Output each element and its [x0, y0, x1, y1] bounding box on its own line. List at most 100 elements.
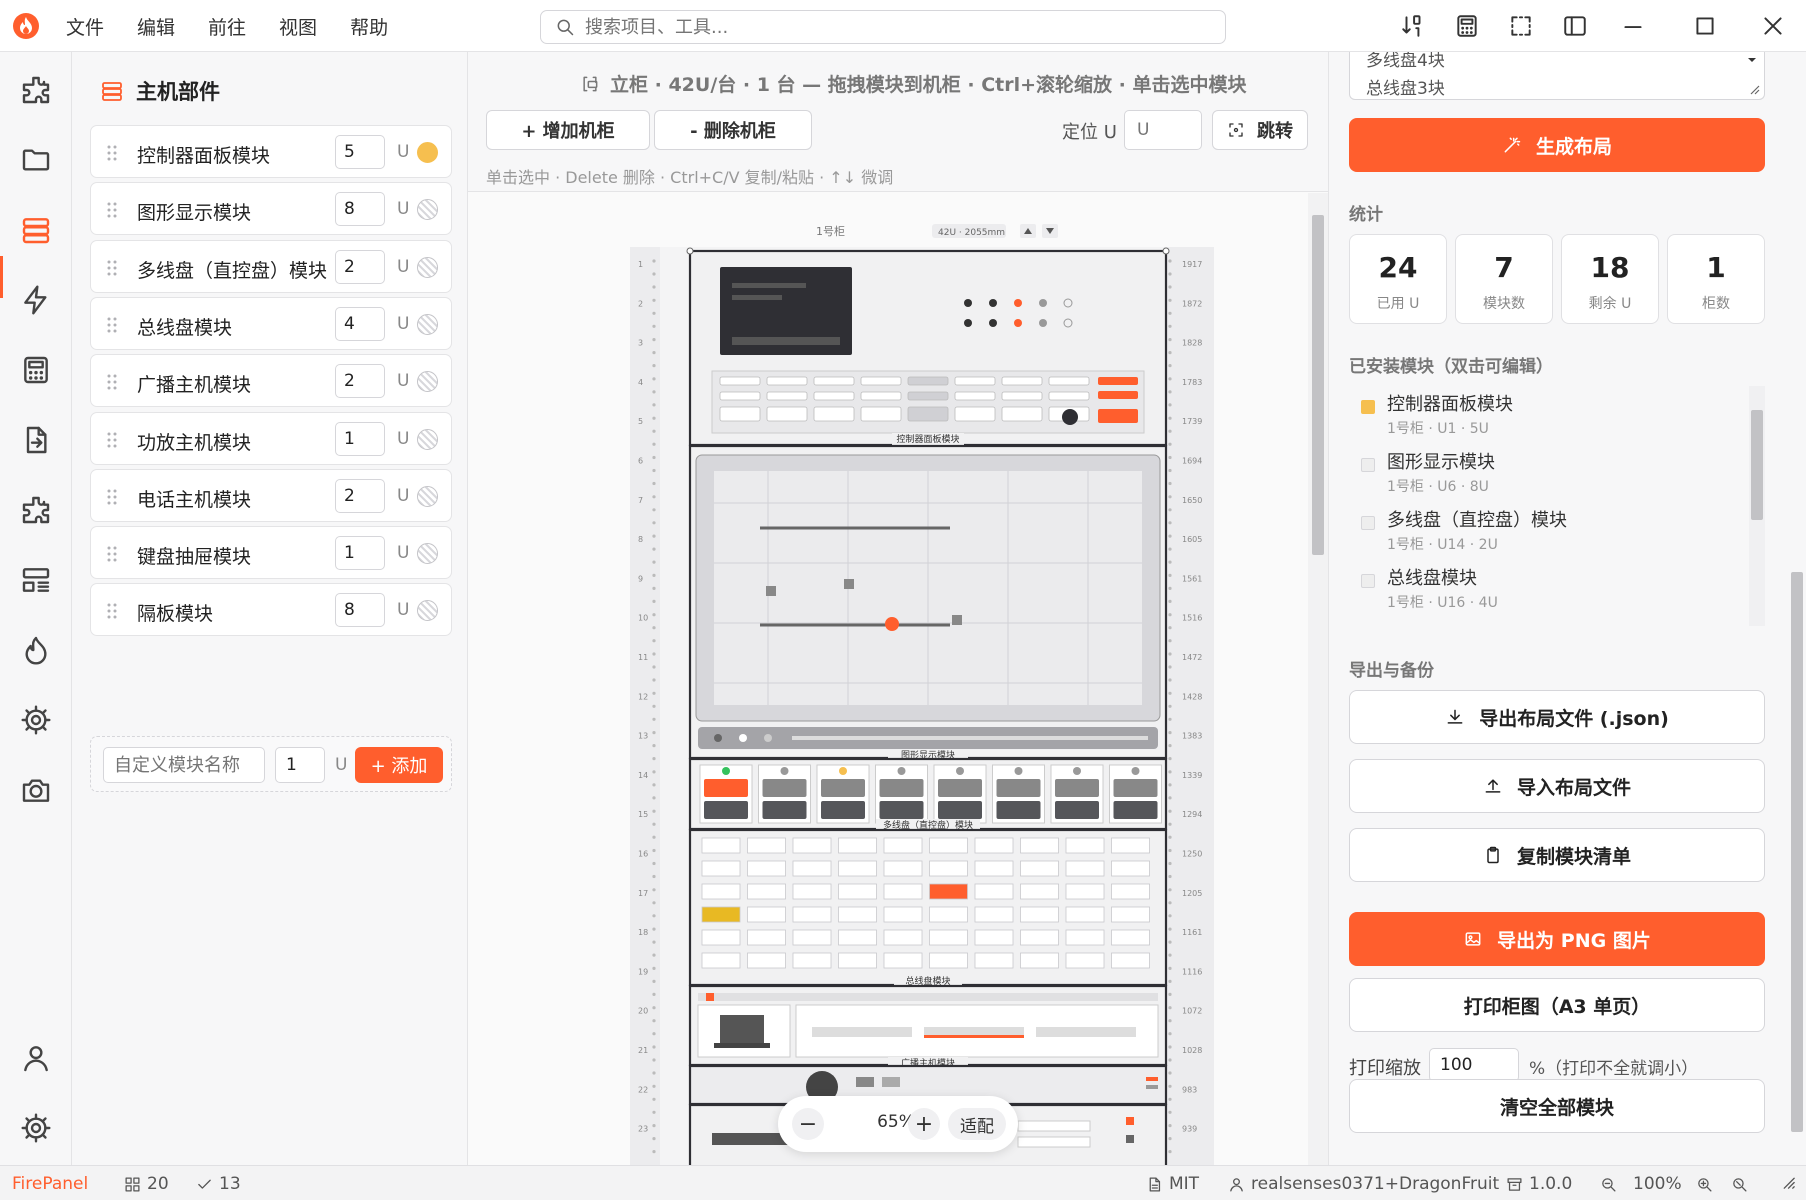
puzzle-icon[interactable]: [20, 74, 52, 106]
part-color-swatch[interactable]: [417, 199, 438, 221]
clear-all-modules-button[interactable]: 清空全部模块: [1349, 1079, 1765, 1133]
export-json-button[interactable]: 导出布局文件 (.json): [1349, 690, 1765, 744]
part-color-swatch[interactable]: [417, 256, 438, 278]
sidebar-toggle-icon[interactable]: [1562, 13, 1588, 39]
part-item[interactable]: 多线盘（直控盘）模块 U: [90, 239, 452, 293]
module-controller-panel[interactable]: 控制器面板模块: [688, 249, 1168, 447]
module-broadcast-host[interactable]: 广播主机模块: [688, 984, 1168, 1069]
custom-module-name-input[interactable]: [103, 747, 265, 783]
part-units-input[interactable]: [335, 364, 385, 399]
module-bus-panel[interactable]: 总线盘模块: [688, 828, 1168, 987]
part-item[interactable]: 广播主机模块 U: [90, 354, 452, 408]
zoom-out-icon[interactable]: [1600, 1176, 1617, 1193]
screenshot-select-icon[interactable]: [1508, 13, 1534, 39]
generate-layout-button[interactable]: 生成布局: [1349, 118, 1765, 172]
search-input[interactable]: [585, 16, 1185, 38]
zoom-out-button[interactable]: −: [792, 1108, 824, 1140]
minimize-icon[interactable]: [1620, 13, 1646, 39]
part-color-swatch[interactable]: [417, 142, 438, 163]
gear-icon[interactable]: [20, 704, 52, 736]
part-item[interactable]: 图形显示模块 U: [90, 182, 452, 236]
locate-u-input[interactable]: [1124, 110, 1202, 150]
custom-module-units-input[interactable]: [275, 747, 325, 783]
sort-icon[interactable]: [1400, 13, 1426, 39]
installed-module-item[interactable]: 图形显示模块 1号柜 · U6 · 8U: [1349, 444, 1729, 500]
part-item[interactable]: 键盘抽屉模块 U: [90, 526, 452, 580]
print-cabinet-button[interactable]: 打印柜图（A3 单页）: [1349, 978, 1765, 1032]
installed-module-item[interactable]: 多线盘（直控盘）模块 1号柜 · U14 · 2U: [1349, 502, 1729, 558]
flame-icon[interactable]: [20, 634, 52, 666]
part-units-input[interactable]: [335, 478, 385, 513]
part-units-input[interactable]: [335, 536, 385, 571]
part-item[interactable]: 隔板模块 U: [90, 583, 452, 637]
canvas-scrollbar[interactable]: [1308, 193, 1328, 1165]
lightning-icon[interactable]: [20, 284, 52, 316]
calculator-icon[interactable]: [20, 354, 52, 386]
part-units-input[interactable]: [335, 306, 385, 341]
status-zoom[interactable]: 100%: [1600, 1174, 1754, 1194]
scrollbar-thumb[interactable]: [1312, 215, 1324, 555]
part-color-swatch[interactable]: [417, 543, 438, 565]
drag-handle-icon[interactable]: [105, 144, 119, 162]
resize-grip-icon[interactable]: [1780, 1174, 1803, 1191]
server-icon[interactable]: [20, 214, 52, 246]
status-items[interactable]: 20: [124, 1174, 169, 1194]
installed-module-item[interactable]: 控制器面板模块 1号柜 · U1 · 5U: [1349, 386, 1729, 442]
scrollbar-thumb[interactable]: [1751, 410, 1763, 520]
menu-go[interactable]: 前往: [208, 13, 263, 40]
copy-module-list-button[interactable]: 复制模块清单: [1349, 828, 1765, 882]
zoom-fit-button[interactable]: 适配: [948, 1108, 1006, 1140]
part-item[interactable]: 总线盘模块 U: [90, 296, 452, 350]
drag-handle-icon[interactable]: [105, 259, 119, 277]
part-units-input[interactable]: [335, 135, 385, 169]
camera-icon[interactable]: [20, 774, 52, 806]
drag-handle-icon[interactable]: [105, 545, 119, 563]
module-multiline-panel[interactable]: 多线盘（直控盘）模块: [688, 757, 1168, 831]
zoom-in-button[interactable]: +: [908, 1108, 940, 1140]
module-graphic-display[interactable]: 图形显示模块: [688, 444, 1168, 761]
settings-gear-icon[interactable]: [20, 1112, 52, 1144]
status-version[interactable]: 1.0.0: [1506, 1174, 1572, 1194]
menu-view[interactable]: 视图: [279, 13, 334, 40]
resize-grip-icon[interactable]: [1748, 83, 1760, 95]
installed-module-item[interactable]: 总线盘模块 1号柜 · U16 · 4U: [1349, 560, 1729, 616]
chevron-down-icon[interactable]: [1746, 54, 1758, 66]
delete-cabinet-button[interactable]: - 删除机柜: [654, 110, 812, 150]
zoom-reset-icon[interactable]: [1731, 1176, 1748, 1193]
part-color-swatch[interactable]: [417, 428, 438, 450]
part-item[interactable]: 控制器面板模块 U: [90, 125, 452, 178]
export-png-button[interactable]: 导出为 PNG 图片: [1349, 912, 1765, 966]
status-user[interactable]: realsenses0371+DragonFruit: [1228, 1174, 1499, 1194]
part-color-swatch[interactable]: [417, 313, 438, 335]
part-item[interactable]: 电话主机模块 U: [90, 468, 452, 522]
status-license[interactable]: MIT: [1146, 1174, 1199, 1194]
menu-edit[interactable]: 编辑: [137, 13, 192, 40]
search-box[interactable]: [540, 10, 1226, 44]
drag-handle-icon[interactable]: [105, 373, 119, 391]
rack-canvas[interactable]: 1号柜 42U · 2055mm 1 2 3 4 5 6 7 8 9 10 11 12 13 14 15 16…: [468, 193, 1310, 1165]
folder-icon[interactable]: [20, 144, 52, 176]
scrollbar-thumb[interactable]: [1791, 572, 1803, 1132]
zoom-in-icon[interactable]: [1696, 1176, 1713, 1193]
close-icon[interactable]: [1760, 13, 1786, 39]
layout-summary-textarea[interactable]: 多线盘4块 总线盘3块: [1349, 52, 1765, 100]
right-panel-scrollbar[interactable]: [1787, 572, 1806, 1165]
part-color-swatch[interactable]: [417, 600, 438, 622]
layout-icon[interactable]: [20, 564, 52, 596]
import-layout-button[interactable]: 导入布局文件: [1349, 759, 1765, 813]
part-item[interactable]: 功放主机模块 U: [90, 411, 452, 465]
menu-file[interactable]: 文件: [66, 13, 121, 40]
part-units-input[interactable]: [335, 192, 385, 227]
print-zoom-input[interactable]: [1429, 1048, 1519, 1082]
part-units-input[interactable]: [335, 593, 385, 628]
calculator-icon[interactable]: [1454, 13, 1480, 39]
part-color-swatch[interactable]: [417, 371, 438, 393]
puzzle-icon[interactable]: [20, 494, 52, 526]
drag-handle-icon[interactable]: [105, 201, 119, 219]
drag-handle-icon[interactable]: [105, 602, 119, 620]
part-units-input[interactable]: [335, 249, 385, 284]
drag-handle-icon[interactable]: [105, 431, 119, 449]
drag-handle-icon[interactable]: [105, 488, 119, 506]
add-cabinet-button[interactable]: + 增加机柜: [486, 110, 650, 150]
menu-help[interactable]: 帮助: [350, 13, 405, 40]
